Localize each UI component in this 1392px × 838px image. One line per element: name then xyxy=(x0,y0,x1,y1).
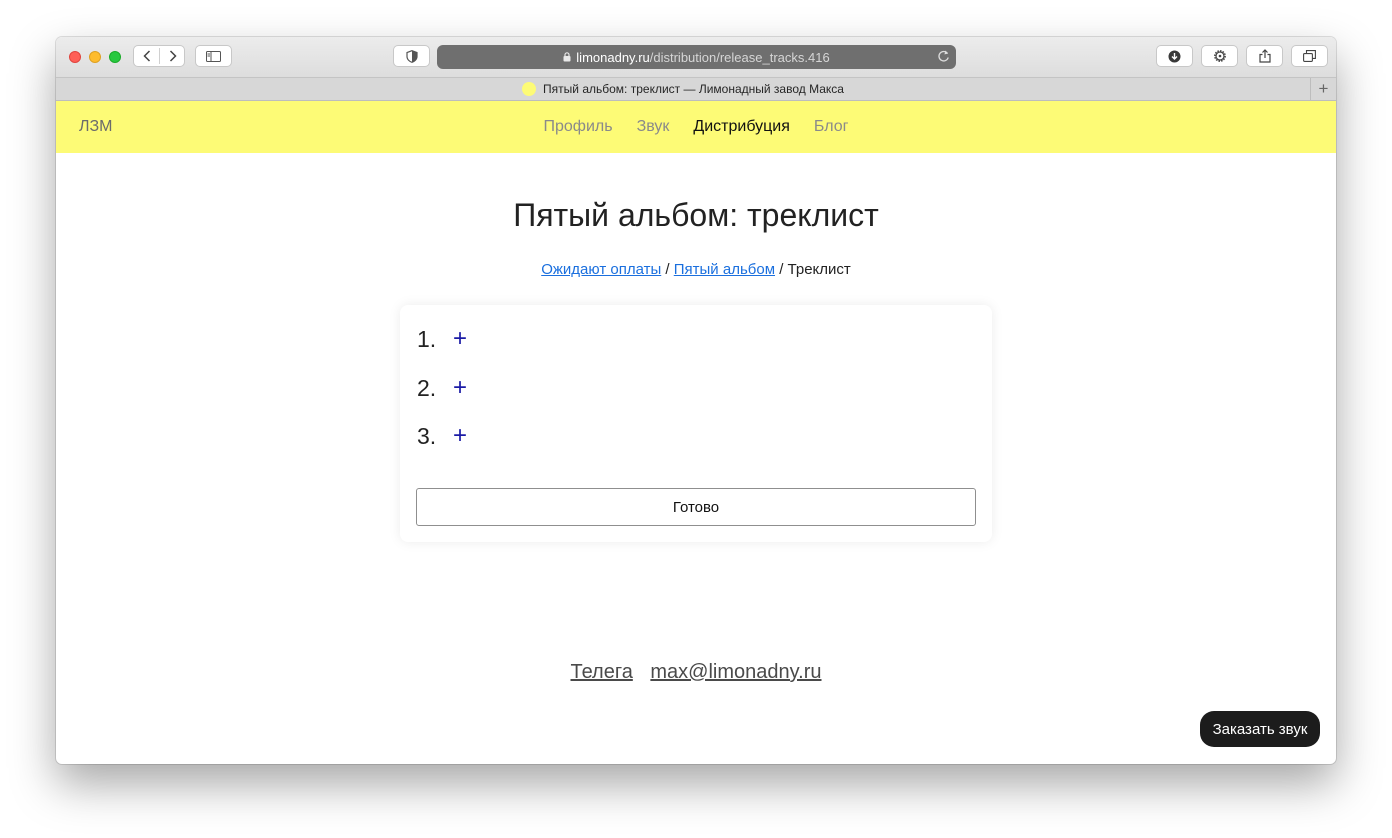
chevron-left-icon xyxy=(142,50,150,62)
track-number: 3. xyxy=(417,422,437,449)
page-title: Пятый альбом: треклист xyxy=(513,197,879,233)
back-button[interactable] xyxy=(134,46,159,66)
minimize-window-button[interactable] xyxy=(89,51,101,63)
maximize-window-button[interactable] xyxy=(109,51,121,63)
browser-window: limonadny.ru/distribution/release_tracks… xyxy=(56,37,1336,764)
shield-icon xyxy=(405,49,418,63)
nav-item-blog[interactable]: Блог xyxy=(814,118,849,136)
close-window-button[interactable] xyxy=(69,51,81,63)
nav-item-profile[interactable]: Профиль xyxy=(544,118,613,136)
reload-icon[interactable] xyxy=(937,49,950,66)
track-row: 1. + xyxy=(417,324,467,354)
sidebar-button[interactable] xyxy=(195,45,232,67)
share-button[interactable] xyxy=(1246,45,1283,67)
add-track-button[interactable]: + xyxy=(453,424,467,448)
footer: Телега max@limonadny.ru xyxy=(56,661,1336,684)
browser-toolbar: limonadny.ru/distribution/release_tracks… xyxy=(56,37,1336,77)
privacy-report-button[interactable] xyxy=(393,45,430,67)
forward-button[interactable] xyxy=(160,46,185,66)
active-tab[interactable]: Пятый альбом: треклист — Лимонадный заво… xyxy=(56,78,1310,100)
url-domain: limonadny.ru xyxy=(576,49,650,65)
track-number: 2. xyxy=(417,374,437,401)
email-link[interactable]: max@limonadny.ru xyxy=(650,661,821,683)
track-row: 3. + xyxy=(417,421,467,451)
main-nav: Профиль Звук Дистрибуция Блог xyxy=(56,118,1336,136)
track-row: 2. + xyxy=(417,373,467,403)
tab-bar: Пятый альбом: треклист — Лимонадный заво… xyxy=(56,77,1336,101)
telegram-link[interactable]: Телега xyxy=(571,661,633,683)
add-track-button[interactable]: + xyxy=(453,327,467,351)
breadcrumb-link-album[interactable]: Пятый альбом xyxy=(674,261,775,278)
lock-icon xyxy=(563,50,571,65)
tab-title: Пятый альбом: треклист — Лимонадный заво… xyxy=(543,82,844,96)
url-path: /distribution/release_tracks.416 xyxy=(649,49,830,65)
downloads-button[interactable] xyxy=(1156,45,1193,67)
done-button[interactable]: Готово xyxy=(416,488,976,526)
nav-item-distribution[interactable]: Дистрибуция xyxy=(693,118,790,136)
order-sound-button[interactable]: Заказать звук xyxy=(1200,711,1320,747)
download-icon xyxy=(1168,50,1181,62)
breadcrumb-current: Треклист xyxy=(787,261,851,278)
breadcrumb-separator: / xyxy=(779,261,784,278)
gear-icon xyxy=(1213,50,1226,62)
chevron-right-icon xyxy=(169,50,177,62)
lemon-favicon-icon xyxy=(522,82,537,96)
tab-overview-button[interactable] xyxy=(1291,45,1328,67)
new-tab-button[interactable]: + xyxy=(1310,78,1336,100)
history-nav xyxy=(133,45,185,67)
site-header: ЛЗМ Профиль Звук Дистрибуция Блог xyxy=(56,101,1336,153)
breadcrumb-separator: / xyxy=(665,261,670,278)
nav-item-sound[interactable]: Звук xyxy=(637,118,670,136)
track-number: 1. xyxy=(417,325,437,352)
extension-button[interactable] xyxy=(1201,45,1238,67)
breadcrumb: Ожидают оплаты / Пятый альбом / Треклист xyxy=(56,261,1336,278)
breadcrumb-link-awaiting-payment[interactable]: Ожидают оплаты xyxy=(541,261,661,278)
tabs-icon xyxy=(1303,50,1316,62)
add-track-button[interactable]: + xyxy=(453,376,467,400)
tracklist-card: 1. + 2. + 3. + Готово xyxy=(400,305,992,542)
address-bar[interactable]: limonadny.ru/distribution/release_tracks… xyxy=(437,45,956,69)
sidebar-icon xyxy=(206,50,221,62)
share-icon xyxy=(1258,49,1271,63)
